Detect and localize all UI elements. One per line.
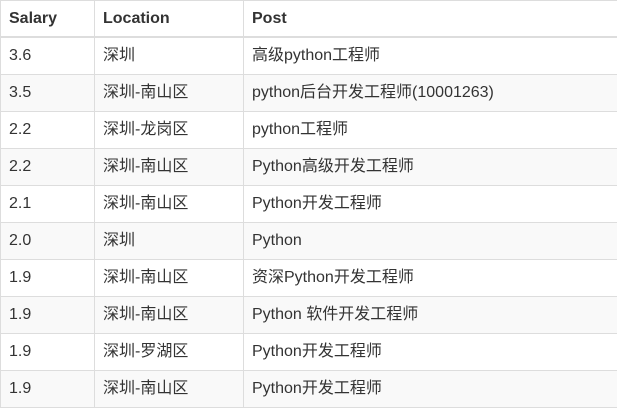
location-cell: 深圳-南山区: [95, 75, 244, 112]
post-cell: 资深Python开发工程师: [244, 260, 617, 297]
post-cell: Python: [244, 223, 617, 260]
location-cell: 深圳-南山区: [95, 149, 244, 186]
post-cell: Python 软件开发工程师: [244, 297, 617, 334]
post-cell: python工程师: [244, 112, 617, 149]
table-row: 2.0 深圳 Python: [1, 223, 617, 260]
post-cell: Python高级开发工程师: [244, 149, 617, 186]
location-cell: 深圳: [95, 37, 244, 75]
table-row: 1.9 深圳-罗湖区 Python开发工程师: [1, 334, 617, 371]
post-cell: python后台开发工程师(10001263): [244, 75, 617, 112]
table-row: 1.9 深圳-南山区 Python 软件开发工程师: [1, 297, 617, 334]
salary-cell: 1.9: [1, 371, 95, 408]
table-row: 3.6 深圳 高级python工程师: [1, 37, 617, 75]
location-cell: 深圳-龙岗区: [95, 112, 244, 149]
salary-cell: 3.5: [1, 75, 95, 112]
location-cell: 深圳-罗湖区: [95, 334, 244, 371]
jobs-table: Salary Location Post 3.6 深圳 高级python工程师 …: [0, 0, 617, 408]
post-cell: Python开发工程师: [244, 371, 617, 408]
table-row: 1.9 深圳-南山区 Python开发工程师: [1, 371, 617, 408]
location-cell: 深圳-南山区: [95, 186, 244, 223]
location-cell: 深圳-南山区: [95, 371, 244, 408]
salary-cell: 3.6: [1, 37, 95, 75]
header-location[interactable]: Location: [95, 1, 244, 38]
table-row: 2.2 深圳-南山区 Python高级开发工程师: [1, 149, 617, 186]
table-row: 2.2 深圳-龙岗区 python工程师: [1, 112, 617, 149]
post-cell: Python开发工程师: [244, 334, 617, 371]
table-row: 1.9 深圳-南山区 资深Python开发工程师: [1, 260, 617, 297]
table-row: 2.1 深圳-南山区 Python开发工程师: [1, 186, 617, 223]
salary-cell: 2.0: [1, 223, 95, 260]
salary-cell: 1.9: [1, 260, 95, 297]
post-cell: Python开发工程师: [244, 186, 617, 223]
location-cell: 深圳: [95, 223, 244, 260]
table-row: 3.5 深圳-南山区 python后台开发工程师(10001263): [1, 75, 617, 112]
post-cell: 高级python工程师: [244, 37, 617, 75]
salary-cell: 2.1: [1, 186, 95, 223]
table-header-row: Salary Location Post: [1, 1, 617, 38]
location-cell: 深圳-南山区: [95, 260, 244, 297]
salary-cell: 1.9: [1, 334, 95, 371]
salary-cell: 1.9: [1, 297, 95, 334]
location-cell: 深圳-南山区: [95, 297, 244, 334]
salary-cell: 2.2: [1, 112, 95, 149]
header-salary[interactable]: Salary: [1, 1, 95, 38]
header-post[interactable]: Post: [244, 1, 617, 38]
salary-cell: 2.2: [1, 149, 95, 186]
